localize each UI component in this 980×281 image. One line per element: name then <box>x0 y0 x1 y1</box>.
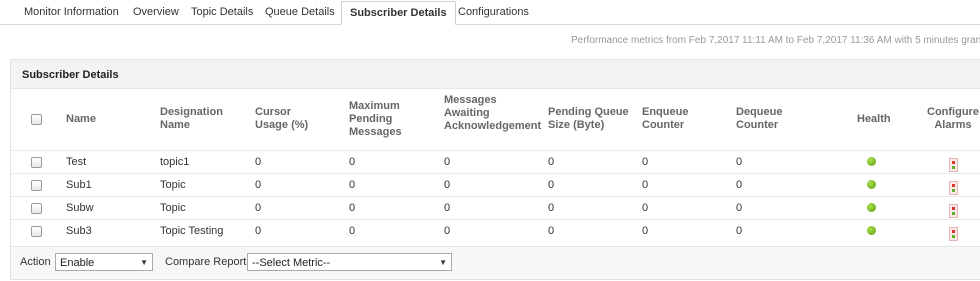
row-divider <box>11 219 980 220</box>
tab-bar: Monitor Information Overview Topic Detai… <box>0 0 980 25</box>
panel-header: Subscriber Details <box>11 60 980 89</box>
panel-title: Subscriber Details <box>22 69 119 81</box>
row-max-pending: 0 <box>349 179 356 191</box>
row-enqueue: 0 <box>642 202 649 214</box>
row-max-pending: 0 <box>349 225 356 237</box>
row-dequeue: 0 <box>736 202 743 214</box>
row-name: Sub3 <box>66 225 92 237</box>
row-enqueue: 0 <box>642 179 649 191</box>
row-queue-size: 0 <box>548 179 555 191</box>
row-divider <box>11 196 980 197</box>
col-health: Health <box>857 113 891 125</box>
action-label: Action <box>20 256 51 268</box>
select-all-checkbox[interactable] <box>31 114 42 125</box>
configure-alarm-icon[interactable] <box>949 204 958 218</box>
compare-reports-label: Compare Reports <box>165 256 252 268</box>
col-configure-alarms: Configure Alarms <box>927 106 979 131</box>
row-cursor: 0 <box>255 156 262 168</box>
row-cursor: 0 <box>255 225 262 237</box>
chevron-down-icon: ▼ <box>439 258 447 267</box>
health-status-icon <box>867 180 876 189</box>
row-name: Sub1 <box>66 179 92 191</box>
panel-footer: Action Enable ▼ Compare Reports --Select… <box>11 246 980 279</box>
row-queue-size: 0 <box>548 156 555 168</box>
row-designation: Topic Testing <box>160 225 224 237</box>
health-status-icon <box>867 203 876 212</box>
row-name: Test <box>66 156 87 168</box>
row-designation: Topic <box>160 179 186 191</box>
action-select[interactable]: Enable ▼ <box>55 253 153 271</box>
row-checkbox[interactable] <box>31 203 42 214</box>
performance-metrics-text: Performance metrics from Feb 7,2017 11:1… <box>571 35 980 46</box>
col-designation-name: Designation Name <box>160 106 223 131</box>
compare-metric-select[interactable]: --Select Metric-- ▼ <box>247 253 452 271</box>
configure-alarm-icon[interactable] <box>949 158 958 172</box>
tab-overview[interactable]: Overview <box>133 5 179 24</box>
tab-topic-details[interactable]: Topic Details <box>191 5 253 24</box>
compare-metric-value: --Select Metric-- <box>252 257 331 269</box>
row-checkbox[interactable] <box>31 180 42 191</box>
row-dequeue: 0 <box>736 225 743 237</box>
row-queue-size: 0 <box>548 202 555 214</box>
chevron-down-icon: ▼ <box>140 258 148 267</box>
tab-queue-details[interactable]: Queue Details <box>265 5 335 24</box>
tab-subscriber-details[interactable]: Subscriber Details <box>341 1 456 25</box>
col-cursor-usage: Cursor Usage (%) <box>255 106 309 131</box>
row-cursor: 0 <box>255 202 262 214</box>
tab-monitor-information[interactable]: Monitor Information <box>24 5 119 24</box>
row-divider <box>11 173 980 174</box>
row-awaiting: 0 <box>444 225 451 237</box>
row-cursor: 0 <box>255 179 262 191</box>
row-designation: Topic <box>160 202 186 214</box>
col-name: Name <box>66 113 96 125</box>
row-dequeue: 0 <box>736 156 743 168</box>
subscriber-details-panel: Subscriber Details Name Designation Name… <box>10 59 980 280</box>
col-pending-queue-size: Pending Queue Size (Byte) <box>548 106 629 131</box>
col-enqueue-counter: Enqueue Counter <box>642 106 689 131</box>
health-status-icon <box>867 157 876 166</box>
col-messages-awaiting-acknowledgement: Messages Awaiting Acknowledgement <box>444 94 542 132</box>
row-designation: topic1 <box>160 156 190 168</box>
row-enqueue: 0 <box>642 156 649 168</box>
row-awaiting: 0 <box>444 156 451 168</box>
row-awaiting: 0 <box>444 179 451 191</box>
row-enqueue: 0 <box>642 225 649 237</box>
row-dequeue: 0 <box>736 179 743 191</box>
row-queue-size: 0 <box>548 225 555 237</box>
action-select-value: Enable <box>60 257 95 269</box>
health-status-icon <box>867 226 876 235</box>
configure-alarm-icon[interactable] <box>949 181 958 195</box>
row-max-pending: 0 <box>349 202 356 214</box>
row-max-pending: 0 <box>349 156 356 168</box>
col-dequeue-counter: Dequeue Counter <box>736 106 783 131</box>
row-divider <box>11 150 980 151</box>
configure-alarm-icon[interactable] <box>949 227 958 241</box>
row-checkbox[interactable] <box>31 157 42 168</box>
tab-configurations[interactable]: Configurations <box>458 5 529 24</box>
row-checkbox[interactable] <box>31 226 42 237</box>
row-awaiting: 0 <box>444 202 451 214</box>
col-maximum-pending-messages: Maximum Pending Messages <box>349 100 402 138</box>
row-name: Subw <box>66 202 94 214</box>
